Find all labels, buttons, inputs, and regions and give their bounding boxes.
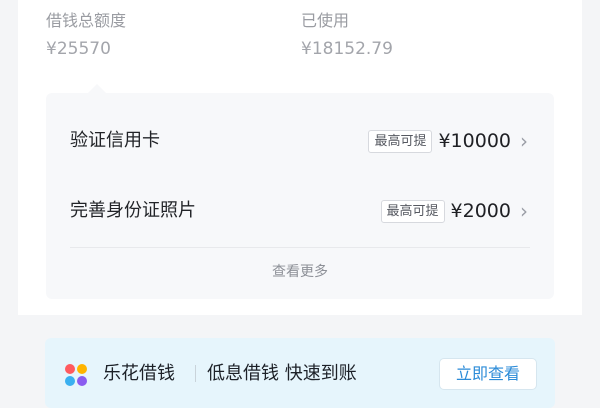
lehua-logo-icon	[65, 364, 87, 386]
max-limit-badge: 最高可提	[368, 129, 433, 153]
boost-amount: ¥10000	[438, 130, 511, 152]
boost-limit-panel: 验证信用卡 最高可提 ¥10000 › 完善身份证照片 最高可提 ¥2000 ›…	[46, 93, 554, 299]
boost-item-verify-credit-card[interactable]: 验证信用卡 最高可提 ¥10000 ›	[46, 121, 554, 161]
used-amount-stat: 已使用 ¥18152.79	[301, 9, 393, 62]
lehua-promo-banner[interactable]: 乐花借钱 低息借钱 快速到账 立即查看	[45, 338, 555, 408]
divider	[195, 365, 196, 382]
chevron-right-icon: ›	[520, 199, 528, 223]
used-amount-value: ¥18152.79	[301, 39, 393, 59]
max-limit-badge: 最高可提	[380, 199, 445, 223]
promo-slogan: 低息借钱 快速到账	[207, 363, 357, 384]
view-now-button[interactable]: 立即查看	[439, 358, 537, 390]
total-limit-value: ¥25570	[46, 39, 111, 59]
total-limit-label: 借钱总额度	[46, 11, 127, 30]
used-amount-label: 已使用	[301, 11, 350, 30]
promo-brand: 乐花借钱	[103, 363, 175, 384]
total-limit-stat: 借钱总额度 ¥25570	[46, 9, 126, 62]
boost-amount: ¥2000	[450, 200, 511, 222]
boost-item-id-photo[interactable]: 完善身份证照片 最高可提 ¥2000 ›	[46, 191, 554, 231]
panel-pointer	[88, 84, 106, 93]
credit-card-panel: 借钱总额度 ¥25570 已使用 ¥18152.79 验证信用卡 最高可提 ¥1…	[18, 0, 582, 315]
chevron-right-icon: ›	[520, 129, 528, 153]
view-more-link[interactable]: 查看更多	[46, 261, 554, 283]
boost-item-label: 完善身份证照片	[70, 200, 196, 221]
divider	[70, 247, 530, 248]
boost-item-label: 验证信用卡	[70, 130, 160, 151]
